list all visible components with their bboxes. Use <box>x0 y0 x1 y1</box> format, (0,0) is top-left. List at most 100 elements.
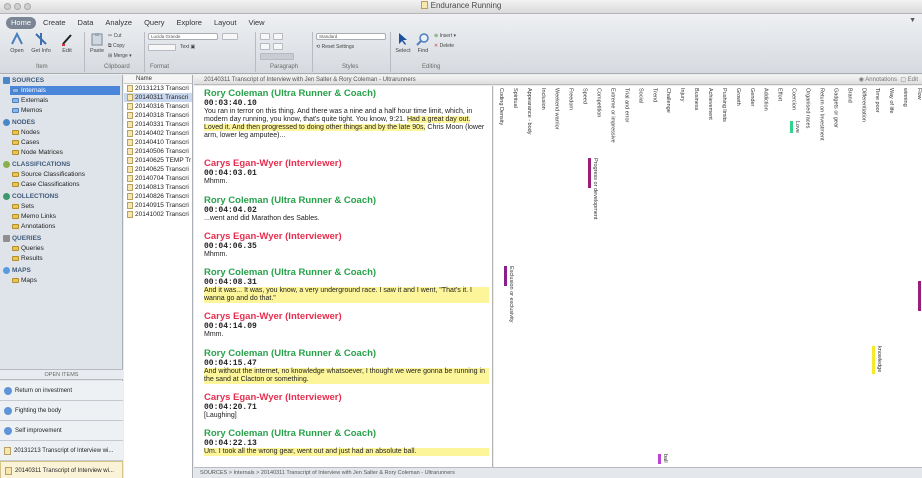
tab-query[interactable]: Query <box>139 17 169 29</box>
coding-stripe-exclusion[interactable] <box>504 266 507 286</box>
coding-stripe-header[interactable]: Effort <box>777 88 783 148</box>
coding-stripe-header[interactable]: Growth <box>735 88 741 148</box>
text-color-select[interactable] <box>148 44 176 51</box>
edit-button[interactable]: Edit <box>58 32 76 54</box>
coding-stripe-header[interactable]: Coercion <box>791 88 797 148</box>
status-bar-breadcrumb[interactable]: SOURCES > Internals > 20140311 Transcrip… <box>194 467 922 478</box>
find-button[interactable]: Find <box>414 32 432 54</box>
open-item-transcript-20131213[interactable]: 20131213 Transcript of Interview wi... <box>0 441 123 461</box>
tab-create[interactable]: Create <box>38 17 71 29</box>
font-size-select[interactable] <box>222 33 238 40</box>
ribbon-collapse-icon[interactable]: ▼ <box>909 17 916 24</box>
coding-stripe-edge[interactable] <box>918 281 921 311</box>
list-item[interactable]: 20140331 Transcri <box>124 120 192 129</box>
open-button[interactable]: Open <box>8 31 26 54</box>
coding-stripe-header[interactable]: Freedom <box>568 88 574 148</box>
coding-stripe-header[interactable]: Competition <box>596 88 602 148</box>
list-item[interactable]: 20140311 Transcri <box>124 93 192 102</box>
style-select[interactable]: Standard <box>316 33 386 40</box>
coding-stripe-header[interactable]: Gadgets or gear <box>832 88 838 148</box>
delete-button[interactable]: ✕ Delete <box>434 43 454 49</box>
coding-stripe-header[interactable]: Trend <box>651 88 657 148</box>
list-item[interactable]: 20140826 Transcri <box>124 192 192 201</box>
nav-section-maps[interactable]: MAPS <box>3 267 31 274</box>
cut-button[interactable]: ✂ Cut <box>108 33 121 39</box>
list-item[interactable]: 20141002 Transcri <box>124 210 192 219</box>
sidebar-item-case-classifications[interactable]: Case Classifications <box>10 180 120 189</box>
sidebar-item-memos[interactable]: Memos <box>10 106 120 115</box>
coding-stripe-ball[interactable] <box>658 454 661 464</box>
get-info-button[interactable]: Get Info <box>30 32 52 54</box>
tab-data[interactable]: Data <box>73 17 99 29</box>
sidebar-item-annotations[interactable]: Annotations <box>10 222 120 231</box>
coding-stripe-header[interactable]: Trial and error <box>623 88 629 148</box>
list-item[interactable]: 20140318 Transcri <box>124 111 192 120</box>
open-item-return-on-investment[interactable]: Return on investment <box>0 381 123 401</box>
coding-stripe-header[interactable]: Way of life <box>888 88 894 148</box>
sidebar-item-externals[interactable]: Externals <box>10 96 120 105</box>
tab-explore[interactable]: Explore <box>172 17 207 29</box>
outdent-button[interactable] <box>273 43 283 50</box>
list-item[interactable]: 20131213 Transcri <box>124 84 192 93</box>
tab-layout[interactable]: Layout <box>209 17 242 29</box>
coding-stripe-header[interactable]: Spiritual <box>512 88 518 148</box>
coding-stripe-header[interactable]: Brand <box>846 88 852 148</box>
sidebar-item-results[interactable]: Results <box>10 254 120 263</box>
coding-stripe-header[interactable]: Achievement <box>707 88 713 148</box>
nav-section-collections[interactable]: COLLECTIONS <box>3 193 59 200</box>
coding-stripe-header[interactable]: Gender <box>749 88 755 148</box>
indent-button[interactable] <box>260 43 270 50</box>
coding-stripe-header[interactable]: Weekend warrior <box>554 88 560 148</box>
list-item[interactable]: 20140813 Transcri <box>124 183 192 192</box>
detail-view-tab[interactable]: 20140311 Transcript of Interview with Je… <box>194 75 922 85</box>
tab-analyze[interactable]: Analyze <box>100 17 137 29</box>
open-item-transcript-20140311[interactable]: 20140311 Transcript of Interview wi... <box>0 461 123 478</box>
paste-button[interactable]: Paste <box>88 32 106 54</box>
insert-button[interactable]: ⊕ Insert ▾ <box>434 33 456 39</box>
coding-stripe-header[interactable]: Business <box>693 88 699 148</box>
coding-stripe-header[interactable]: Injury <box>679 88 685 148</box>
coding-stripe-header[interactable]: Appearance - body <box>526 88 532 148</box>
coding-stripe-header[interactable]: Speed <box>582 88 588 148</box>
text-style-button[interactable]: Text ▣ <box>180 44 195 50</box>
coding-stripe-header[interactable]: winning <box>902 88 908 148</box>
coding-stripes-pane[interactable]: Coding Density Spiritual Appearance - body… <box>494 86 922 467</box>
select-button[interactable]: Select <box>394 32 412 54</box>
font-select[interactable]: Lucida Grande <box>148 33 218 40</box>
coding-stripe-header[interactable]: Time poor <box>874 88 880 148</box>
coding-stripe-header[interactable]: Social <box>637 88 643 148</box>
sidebar-item-sets[interactable]: Sets <box>10 202 120 211</box>
coding-stripe-knowledge[interactable] <box>872 346 875 374</box>
open-item-self-improvement[interactable]: Self improvement <box>0 421 123 441</box>
nav-section-classifications[interactable]: CLASSIFICATIONS <box>3 161 70 168</box>
list-item[interactable]: 20140625 TEMP Tr <box>124 156 192 165</box>
nav-section-sources[interactable]: SOURCES <box>3 77 44 84</box>
copy-button[interactable]: ⧉ Copy <box>108 43 125 49</box>
transcript-pane[interactable]: Rory Coleman (Ultra Runner & Coach) 00:0… <box>194 86 493 467</box>
sidebar-item-nodes[interactable]: Nodes <box>10 128 120 137</box>
sidebar-item-maps[interactable]: Maps <box>10 276 120 285</box>
sidebar-item-cases[interactable]: Cases <box>10 138 120 147</box>
sidebar-item-queries[interactable]: Queries <box>10 244 120 253</box>
list-item[interactable]: 20140625 Transcri <box>124 165 192 174</box>
list-item[interactable]: 20140915 Transcri <box>124 201 192 210</box>
coding-stripe-header[interactable]: Flow <box>916 88 922 148</box>
coding-stripe-header[interactable]: Inclusion <box>540 88 546 148</box>
list-item[interactable]: 20140704 Transcri <box>124 174 192 183</box>
merge-button[interactable]: ⊞ Merge ▾ <box>108 53 132 59</box>
sidebar-item-memo-links[interactable]: Memo Links <box>10 212 120 221</box>
sidebar-item-node-matrices[interactable]: Node Matrices <box>10 148 120 157</box>
coding-stripe-header[interactable]: Addiction <box>763 88 769 148</box>
list-item[interactable]: 20140410 Transcri <box>124 138 192 147</box>
list-item[interactable]: 20140506 Transcri <box>124 147 192 156</box>
tab-view[interactable]: View <box>243 17 269 29</box>
bullet-list-button[interactable] <box>260 33 270 40</box>
list-column-header-name[interactable]: Name <box>124 75 192 84</box>
list-item[interactable]: 20140402 Transcri <box>124 129 192 138</box>
coding-stripe-header[interactable]: Challenge <box>665 88 671 148</box>
coding-stripe-header[interactable]: Organised races <box>805 88 811 148</box>
sidebar-item-internals[interactable]: Internals <box>10 86 120 95</box>
tab-home[interactable]: Home <box>6 17 37 29</box>
sidebar-item-source-classifications[interactable]: Source Classifications <box>10 170 120 179</box>
coding-stripe-progress[interactable] <box>588 158 591 188</box>
